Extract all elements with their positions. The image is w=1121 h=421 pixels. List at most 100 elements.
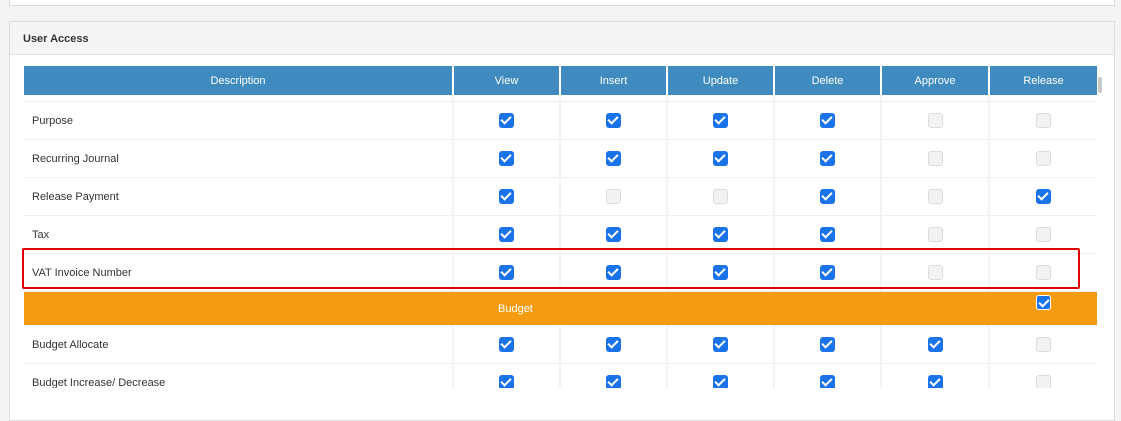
- permission-cell-insert: [561, 178, 668, 216]
- previous-panel-edge: [9, 0, 1115, 6]
- delete-checkbox[interactable]: [820, 189, 835, 204]
- permission-cell-delete: [775, 364, 882, 388]
- permission-cell-view: [454, 216, 561, 254]
- insert-checkbox[interactable]: [606, 151, 621, 166]
- delete-checkbox[interactable]: [820, 227, 835, 242]
- view-checkbox[interactable]: [499, 113, 514, 128]
- delete-checkbox[interactable]: [820, 375, 835, 388]
- spacer-cell: [990, 95, 1097, 102]
- insert-checkbox[interactable]: [606, 265, 621, 280]
- release-checkbox[interactable]: [1036, 189, 1051, 204]
- spacer-cell: [24, 95, 454, 102]
- spacer-cell: [775, 95, 882, 102]
- permission-cell-delete: [775, 216, 882, 254]
- delete-checkbox[interactable]: [820, 113, 835, 128]
- update-checkbox[interactable]: [713, 189, 728, 204]
- spacer-cell: [454, 95, 561, 102]
- permission-cell-insert: [561, 140, 668, 178]
- view-checkbox[interactable]: [499, 189, 514, 204]
- permission-cell-approve: [882, 364, 990, 388]
- update-checkbox[interactable]: [713, 265, 728, 280]
- release-checkbox[interactable]: [1036, 337, 1051, 352]
- permission-cell-release: [990, 254, 1097, 292]
- column-header-view: View: [454, 66, 561, 95]
- scrollbar-thumb[interactable]: [1098, 77, 1102, 93]
- permission-cell-approve: [882, 140, 990, 178]
- update-checkbox[interactable]: [713, 227, 728, 242]
- update-checkbox[interactable]: [713, 337, 728, 352]
- table-row: Release Payment: [24, 178, 1097, 216]
- delete-checkbox[interactable]: [820, 265, 835, 280]
- insert-checkbox[interactable]: [606, 375, 621, 388]
- approve-checkbox[interactable]: [927, 227, 943, 242]
- spacer-row: [24, 95, 1097, 102]
- table-row: Purpose: [24, 102, 1097, 140]
- update-checkbox[interactable]: [713, 113, 728, 128]
- column-header-approve: Approve: [882, 66, 990, 95]
- table-header-row: Description View Insert Update Delete Approve…: [24, 66, 1097, 95]
- permission-cell-delete: [775, 178, 882, 216]
- view-checkbox[interactable]: [499, 375, 514, 388]
- column-header-description: Description: [24, 66, 454, 95]
- permission-cell-release: [990, 140, 1097, 178]
- table-row: Tax: [24, 216, 1097, 254]
- permission-cell-delete: [775, 102, 882, 140]
- row-description: Budget Allocate: [24, 326, 454, 364]
- approve-checkbox[interactable]: [927, 113, 943, 128]
- approve-checkbox[interactable]: [927, 375, 943, 388]
- permission-cell-update: [668, 364, 775, 388]
- permission-cell-insert: [561, 364, 668, 388]
- permission-cell-view: [454, 364, 561, 388]
- row-description: Release Payment: [24, 178, 454, 216]
- permission-cell-update: [668, 140, 775, 178]
- delete-checkbox[interactable]: [820, 337, 835, 352]
- release-checkbox[interactable]: [1036, 375, 1051, 388]
- permission-cell-release: [990, 364, 1097, 388]
- permission-cell-update: [668, 102, 775, 140]
- update-checkbox[interactable]: [713, 375, 728, 388]
- release-checkbox[interactable]: [1036, 227, 1051, 242]
- column-header-update: Update: [668, 66, 775, 95]
- insert-checkbox[interactable]: [606, 337, 621, 352]
- permission-cell-update: [668, 178, 775, 216]
- spacer-cell: [668, 95, 775, 102]
- insert-checkbox[interactable]: [606, 113, 621, 128]
- permission-cell-delete: [775, 254, 882, 292]
- permission-cell-release: [990, 178, 1097, 216]
- row-description: Recurring Journal: [24, 140, 454, 178]
- insert-checkbox[interactable]: [606, 227, 621, 242]
- approve-checkbox[interactable]: [927, 151, 943, 166]
- permission-cell-update: [668, 326, 775, 364]
- approve-checkbox[interactable]: [927, 337, 943, 352]
- approve-checkbox[interactable]: [927, 189, 943, 204]
- permission-cell-update: [668, 254, 775, 292]
- permission-cell-view: [454, 254, 561, 292]
- release-checkbox[interactable]: [1036, 265, 1051, 280]
- update-checkbox[interactable]: [713, 151, 728, 166]
- column-header-release: Release: [990, 66, 1097, 95]
- group-label: Budget: [24, 292, 990, 326]
- delete-checkbox[interactable]: [820, 151, 835, 166]
- permission-cell-view: [454, 140, 561, 178]
- permission-cell-release: [990, 102, 1097, 140]
- column-header-insert: Insert: [561, 66, 668, 95]
- view-checkbox[interactable]: [499, 151, 514, 166]
- permission-cell-approve: [882, 102, 990, 140]
- table-row: Recurring Journal: [24, 140, 1097, 178]
- view-checkbox[interactable]: [499, 337, 514, 352]
- permission-cell-view: [454, 326, 561, 364]
- release-checkbox[interactable]: [1036, 113, 1051, 128]
- access-table: Description View Insert Update Delete Approve…: [24, 66, 1097, 388]
- view-checkbox[interactable]: [499, 265, 514, 280]
- approve-checkbox[interactable]: [927, 265, 943, 280]
- access-table-container[interactable]: Description View Insert Update Delete Approve…: [24, 66, 1097, 388]
- permission-cell-approve: [882, 216, 990, 254]
- permission-cell-approve: [882, 326, 990, 364]
- release-checkbox[interactable]: [1036, 151, 1051, 166]
- spacer-cell: [882, 95, 990, 102]
- permission-cell-delete: [775, 326, 882, 364]
- insert-checkbox[interactable]: [606, 189, 621, 204]
- group-select-all-checkbox[interactable]: [1036, 295, 1051, 310]
- group-checkbox-cell: [990, 292, 1097, 326]
- view-checkbox[interactable]: [499, 227, 514, 242]
